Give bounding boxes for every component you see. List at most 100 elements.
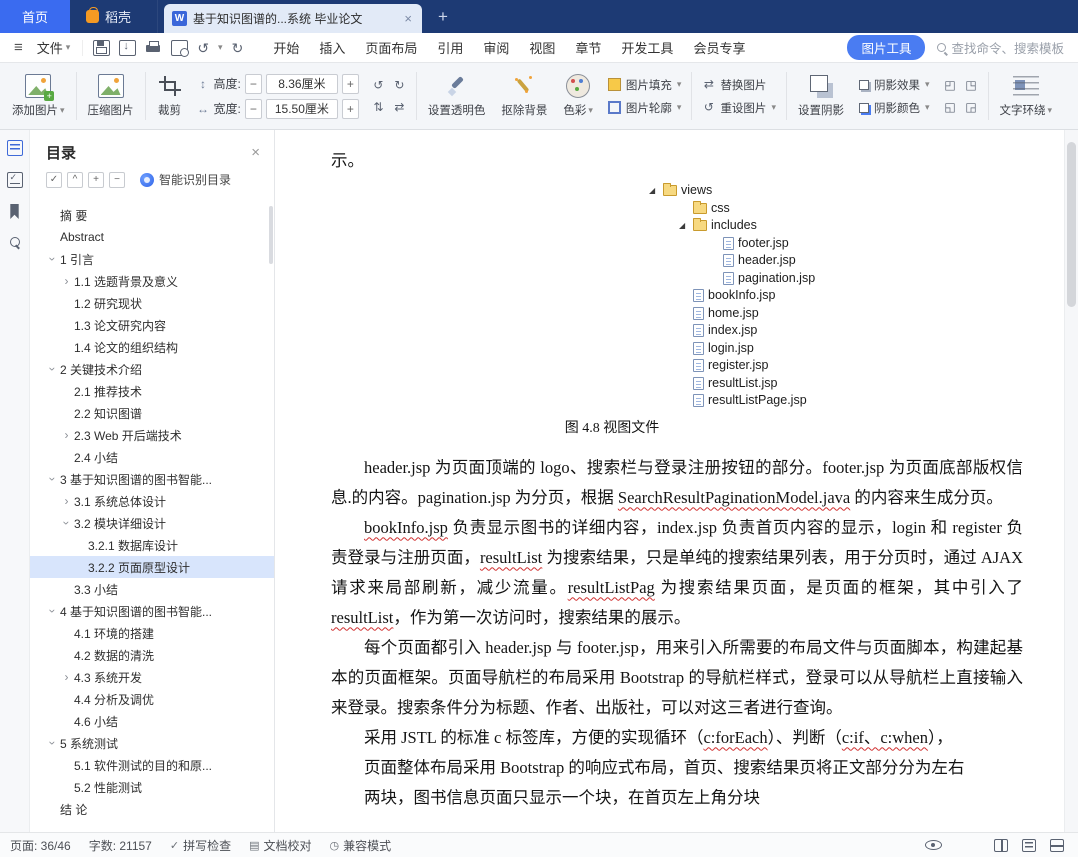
toc-item[interactable]: › 1.1 选题背景及意义	[30, 270, 274, 292]
close-tab-icon[interactable]: ×	[402, 11, 414, 26]
document-tab[interactable]: W 基于知识图谱的...系统 毕业论文 ×	[164, 4, 423, 33]
picture-tools-tab[interactable]: 图片工具	[847, 35, 926, 60]
spell-check-toggle[interactable]: ✓ 拼写检查	[170, 837, 231, 854]
shadow-color-button[interactable]: 阴影颜色 ▾	[858, 100, 930, 116]
web-view-icon[interactable]	[1022, 838, 1036, 852]
toc-item[interactable]: 5.2 性能测试	[30, 776, 274, 798]
shadow-effect-button[interactable]: 阴影效果 ▾	[858, 77, 930, 93]
toc-item[interactable]: › 4 基于知识图谱的图书智能...	[30, 600, 274, 622]
scrollbar-thumb[interactable]	[1067, 142, 1076, 307]
toc-item[interactable]: 4.1 环境的搭建	[30, 622, 274, 644]
toc-item[interactable]: 结 论	[30, 798, 274, 820]
toc-item[interactable]: 摘 要	[30, 204, 274, 226]
menu-item[interactable]: 审阅	[473, 38, 519, 57]
outline-view-icon[interactable]	[1050, 838, 1064, 852]
outline-panel-icon[interactable]	[6, 140, 23, 156]
add-picture-button[interactable]: + 添加图片 ▾	[4, 68, 73, 124]
toc-collapse-button[interactable]: −	[109, 171, 125, 188]
picture-fill-button[interactable]: 图片填充 ▾	[607, 77, 681, 93]
menu-item[interactable]: 插入	[309, 38, 355, 57]
flip-horizontal-button[interactable]: ⇄	[391, 99, 408, 116]
menu-item[interactable]: 章节	[565, 38, 611, 57]
redo-button[interactable]: ↻	[232, 40, 244, 56]
color-button[interactable]: 色彩 ▾	[555, 68, 601, 124]
flip-vertical-button[interactable]: ⇅	[370, 99, 387, 116]
page-view-icon[interactable]	[994, 838, 1008, 852]
set-transparent-button[interactable]: 设置透明色	[420, 68, 494, 124]
command-search[interactable]: 查找命令、搜索模板	[937, 38, 1070, 57]
rotate-right-button[interactable]: ↻	[391, 77, 408, 94]
menu-item[interactable]: 开始	[263, 38, 309, 57]
width-decrease-button[interactable]: −	[244, 98, 262, 119]
toc-item[interactable]: › 2 关键技术介绍	[30, 358, 274, 380]
toc-item[interactable]: Abstract	[30, 226, 274, 248]
height-decrease-button[interactable]: −	[244, 73, 262, 94]
smart-toc-button[interactable]: 智能识别目录	[140, 171, 231, 188]
chevron-down-icon[interactable]: ›	[46, 362, 60, 377]
close-panel-icon[interactable]: ×	[251, 144, 260, 161]
shadow-preset-button[interactable]: ◱	[942, 99, 959, 116]
chevron-right-icon[interactable]: ›	[59, 274, 74, 288]
replace-picture-button[interactable]: ⇄ 替换图片	[702, 77, 776, 93]
toc-select-button[interactable]: ✓	[46, 171, 62, 188]
menu-item[interactable]: 开发工具	[611, 38, 683, 57]
picture-outline-button[interactable]: 图片轮廓 ▾	[607, 100, 681, 116]
shadow-preset-button[interactable]: ◲	[963, 99, 980, 116]
word-count[interactable]: 字数: 21157	[89, 837, 152, 854]
toc-item[interactable]: › 3 基于知识图谱的图书智能...	[30, 468, 274, 490]
save-button[interactable]	[93, 39, 111, 56]
toc-item[interactable]: › 4.3 系统开发	[30, 666, 274, 688]
search-panel-icon[interactable]	[9, 237, 20, 247]
chevron-down-icon[interactable]: ›	[46, 252, 60, 267]
toc-item[interactable]: 2.1 推荐技术	[30, 380, 274, 402]
toc-item[interactable]: 5.1 软件测试的目的和原...	[30, 754, 274, 776]
toc-item[interactable]: 4.2 数据的清洗	[30, 644, 274, 666]
height-increase-button[interactable]: +	[341, 73, 359, 94]
toc-item[interactable]: 1.4 论文的组织结构	[30, 336, 274, 358]
width-increase-button[interactable]: +	[341, 98, 359, 119]
toc-item[interactable]: › 5 系统测试	[30, 732, 274, 754]
toc-item[interactable]: › 3.1 系统总体设计	[30, 490, 274, 512]
chevron-down-icon[interactable]: ›	[60, 516, 74, 531]
print-button[interactable]	[145, 40, 162, 56]
docer-tab[interactable]: 稻壳	[70, 0, 159, 33]
chevron-down-icon[interactable]: ›	[46, 604, 60, 619]
toc-item[interactable]: 3.2.2 页面原型设计	[30, 556, 274, 578]
sidebar-scrollbar-thumb[interactable]	[269, 206, 273, 264]
toc-item[interactable]: › 2.3 Web 开后端技术	[30, 424, 274, 446]
menu-item[interactable]: 页面布局	[355, 38, 427, 57]
print-preview-button[interactable]	[171, 39, 190, 57]
chevron-down-icon[interactable]: ›	[46, 736, 60, 751]
toc-item[interactable]: › 1 引言	[30, 248, 274, 270]
set-shadow-button[interactable]: 设置阴影	[790, 68, 852, 124]
toc-item[interactable]: 4.6 小结	[30, 710, 274, 732]
toc-item[interactable]: 4.4 分析及调优	[30, 688, 274, 710]
hamburger-icon[interactable]: ≡	[8, 39, 29, 56]
reset-picture-button[interactable]: ↺ 重设图片 ▾	[702, 100, 776, 116]
bookmark-panel-icon[interactable]	[10, 204, 19, 219]
toc-item[interactable]: › 3.2 模块详细设计	[30, 512, 274, 534]
toc-item[interactable]: 1.2 研究现状	[30, 292, 274, 314]
eye-protect-icon[interactable]	[925, 840, 942, 850]
chevron-down-icon[interactable]: ›	[46, 472, 60, 487]
chevron-right-icon[interactable]: ›	[59, 428, 74, 442]
shadow-preset-button[interactable]: ◰	[942, 77, 959, 94]
width-input[interactable]	[265, 98, 338, 119]
compat-mode-indicator[interactable]: ◷ 兼容模式	[330, 837, 392, 854]
tasks-panel-icon[interactable]	[6, 172, 23, 188]
toc-item[interactable]: 2.4 小结	[30, 446, 274, 468]
text-wrap-button[interactable]: 文字环绕 ▾	[992, 68, 1061, 124]
export-button[interactable]	[119, 39, 137, 56]
toc-item[interactable]: 3.3 小结	[30, 578, 274, 600]
document-area[interactable]: 示。 ◢ views css ◢ includes footer.jsp header.js…	[276, 130, 1078, 832]
undo-button[interactable]: ↺	[197, 40, 209, 56]
crop-button[interactable]: 裁剪	[149, 68, 191, 124]
chevron-right-icon[interactable]: ›	[59, 494, 74, 508]
shadow-preset-button[interactable]: ◳	[963, 77, 980, 94]
menu-item[interactable]: 引用	[427, 38, 473, 57]
file-menu[interactable]: 文件 ▾	[29, 38, 79, 57]
doc-proof-button[interactable]: ▤ 文档校对	[249, 837, 311, 854]
new-tab-button[interactable]: +	[438, 7, 448, 27]
toc-collapse-all-button[interactable]: ^	[67, 171, 83, 188]
toc-item[interactable]: 3.2.1 数据库设计	[30, 534, 274, 556]
